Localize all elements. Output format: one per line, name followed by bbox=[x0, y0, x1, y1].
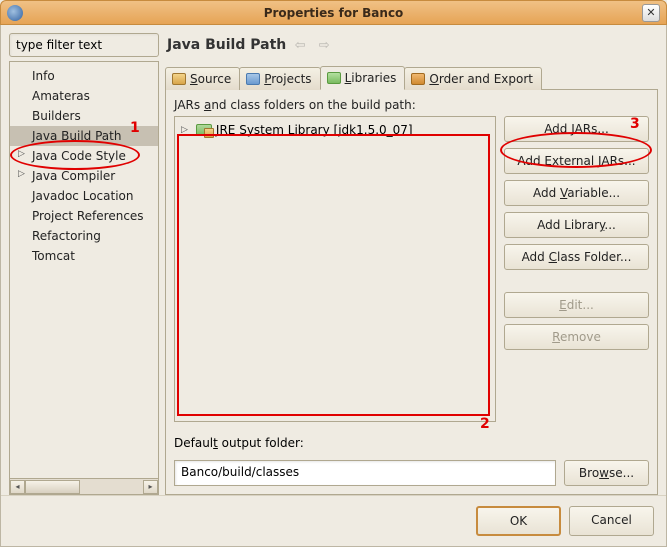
tree-item-amateras[interactable]: Amateras bbox=[10, 86, 158, 106]
filter-input[interactable]: type filter text bbox=[9, 33, 159, 57]
remove-button: Remove bbox=[504, 324, 649, 350]
add-library-button[interactable]: Add Library... bbox=[504, 212, 649, 238]
add-variable-button[interactable]: Add Variable... bbox=[504, 180, 649, 206]
horizontal-scrollbar[interactable]: ◂ ▸ bbox=[9, 479, 159, 495]
add-external-jars-button[interactable]: Add External JARs... bbox=[504, 148, 649, 174]
tree-item-refactoring[interactable]: Refactoring bbox=[10, 226, 158, 246]
projects-icon bbox=[246, 73, 260, 85]
scroll-thumb[interactable] bbox=[25, 480, 80, 494]
tree-item-project-references[interactable]: Project References bbox=[10, 206, 158, 226]
ok-button[interactable]: OK bbox=[476, 506, 561, 536]
tree-item-java-code-style[interactable]: Java Code Style bbox=[10, 146, 158, 166]
tab-libraries[interactable]: Libraries bbox=[320, 66, 406, 90]
output-folder-input[interactable]: Banco/build/classes bbox=[174, 460, 556, 486]
sidebar: type filter text InfoAmaterasBuildersJav… bbox=[9, 33, 159, 495]
tree-item-javadoc-location[interactable]: Javadoc Location bbox=[10, 186, 158, 206]
source-icon bbox=[172, 73, 186, 85]
jars-label: JARs and class folders on the build path… bbox=[174, 98, 649, 112]
tab-content: JARs and class folders on the build path… bbox=[165, 90, 658, 495]
order-icon bbox=[411, 73, 425, 85]
page-title: Java Build Path bbox=[167, 37, 286, 53]
library-icon bbox=[196, 124, 212, 136]
tree-item-java-compiler[interactable]: Java Compiler bbox=[10, 166, 158, 186]
output-folder-label: Default output folder: bbox=[174, 436, 649, 450]
jars-list[interactable]: JRE System Library [jdk1.5.0_07] bbox=[174, 116, 496, 422]
list-item[interactable]: JRE System Library [jdk1.5.0_07] bbox=[179, 121, 491, 139]
forward-icon[interactable]: ⇨ bbox=[314, 37, 334, 53]
dialog-footer: OK Cancel bbox=[1, 495, 666, 546]
add-jars-button[interactable]: Add JARs... bbox=[504, 116, 649, 142]
scroll-right-icon[interactable]: ▸ bbox=[143, 480, 158, 494]
back-icon[interactable]: ⇦ bbox=[290, 37, 310, 53]
tab-order[interactable]: Order and Export bbox=[404, 67, 542, 90]
edit-button: Edit... bbox=[504, 292, 649, 318]
add-class-folder-button[interactable]: Add Class Folder... bbox=[504, 244, 649, 270]
main-panel: Java Build Path ⇦ ⇨ Source Projects Libr… bbox=[165, 33, 658, 495]
list-item-label: JRE System Library [jdk1.5.0_07] bbox=[216, 123, 413, 137]
scroll-left-icon[interactable]: ◂ bbox=[10, 480, 25, 494]
tab-projects[interactable]: Projects bbox=[239, 67, 320, 90]
tree-item-info[interactable]: Info bbox=[10, 66, 158, 86]
window-title: Properties for Banco bbox=[1, 6, 666, 20]
tree-item-java-build-path[interactable]: Java Build Path bbox=[10, 126, 158, 146]
browse-button[interactable]: Browse... bbox=[564, 460, 649, 486]
tab-source[interactable]: Source bbox=[165, 67, 240, 90]
category-tree[interactable]: InfoAmaterasBuildersJava Build PathJava … bbox=[9, 61, 159, 479]
titlebar: Properties for Banco ✕ bbox=[0, 0, 667, 25]
tree-item-builders[interactable]: Builders bbox=[10, 106, 158, 126]
libraries-icon bbox=[327, 72, 341, 84]
cancel-button[interactable]: Cancel bbox=[569, 506, 654, 536]
tree-item-tomcat[interactable]: Tomcat bbox=[10, 246, 158, 266]
tab-bar: Source Projects Libraries Order and Expo… bbox=[165, 65, 658, 90]
